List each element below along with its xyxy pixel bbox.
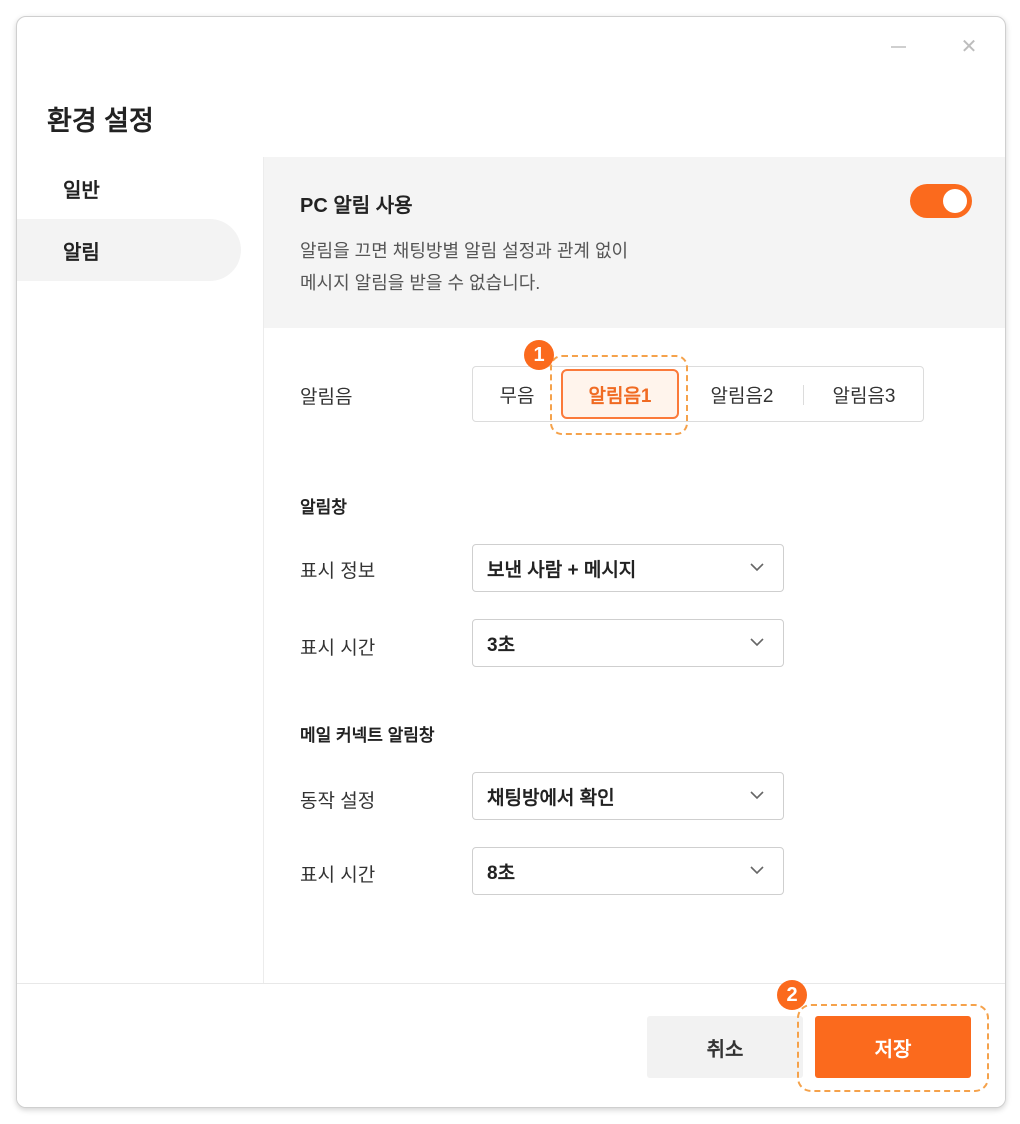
pc-notification-toggle[interactable] — [910, 184, 972, 218]
save-button[interactable]: 저장 — [815, 1016, 971, 1078]
footer: 취소 저장 2 — [17, 980, 1005, 1107]
sidebar-item-label: 알림 — [63, 241, 100, 264]
toggle-knob — [943, 189, 967, 213]
mail-popup-section-title: 메일 커넥트 알림창 — [300, 726, 435, 745]
minimize-icon[interactable] — [890, 39, 906, 55]
highlight-outline — [550, 355, 688, 435]
content-panel: PC 알림 사용 알림을 끄면 채팅방별 알림 설정과 관계 없이 메시지 알림… — [263, 157, 1005, 983]
sound-option-3[interactable]: 알림음3 — [804, 367, 924, 421]
sound-selector: 무음 알림음1 알림음2 알림음3 — [472, 366, 924, 422]
description-line: 메시지 알림을 받을 수 없습니다. — [300, 273, 541, 293]
display-time-select[interactable]: 3초 — [472, 619, 784, 667]
mail-display-time-label: 표시 시간 — [300, 865, 376, 886]
pc-notification-title: PC 알림 사용 — [300, 195, 413, 217]
chevron-down-icon — [750, 638, 764, 647]
popup-section-title: 알림창 — [300, 498, 347, 517]
action-setting-select[interactable]: 채팅방에서 확인 — [472, 772, 784, 820]
step-marker-1: 1 — [524, 340, 554, 370]
chevron-down-icon — [750, 563, 764, 572]
sound-option-2[interactable]: 알림음2 — [681, 367, 803, 421]
step-marker-2: 2 — [777, 980, 807, 1010]
cancel-button[interactable]: 취소 — [647, 1016, 803, 1078]
display-info-label: 표시 정보 — [300, 561, 376, 582]
pc-notification-description: 알림을 끄면 채팅방별 알림 설정과 관계 없이 메시지 알림을 받을 수 없습… — [300, 235, 628, 299]
action-setting-label: 동작 설정 — [300, 791, 376, 812]
pc-notification-block: PC 알림 사용 알림을 끄면 채팅방별 알림 설정과 관계 없이 메시지 알림… — [264, 157, 1005, 328]
chevron-down-icon — [750, 866, 764, 875]
sidebar-item-notification[interactable]: 알림 — [17, 219, 241, 281]
sound-label: 알림음 — [300, 387, 353, 408]
window-title: 환경 설정 — [47, 106, 154, 136]
sidebar-item-label: 일반 — [63, 179, 100, 202]
chevron-down-icon — [750, 791, 764, 800]
close-icon[interactable]: ✕ — [961, 37, 978, 57]
select-value: 보낸 사람 + 메시지 — [487, 559, 637, 581]
display-time-label: 표시 시간 — [300, 638, 376, 659]
select-value: 8초 — [487, 862, 516, 884]
display-info-select[interactable]: 보낸 사람 + 메시지 — [472, 544, 784, 592]
mail-display-time-select[interactable]: 8초 — [472, 847, 784, 895]
description-line: 알림을 끄면 채팅방별 알림 설정과 관계 없이 — [300, 241, 629, 261]
sidebar-item-general[interactable]: 일반 — [17, 157, 241, 219]
select-value: 채팅방에서 확인 — [487, 787, 615, 809]
select-value: 3초 — [487, 634, 516, 656]
sound-option-mute[interactable]: 무음 — [473, 367, 561, 421]
settings-window: ✕ 환경 설정 일반 알림 PC 알림 사용 알림을 끄면 채팅방별 알림 설정… — [16, 16, 1006, 1108]
